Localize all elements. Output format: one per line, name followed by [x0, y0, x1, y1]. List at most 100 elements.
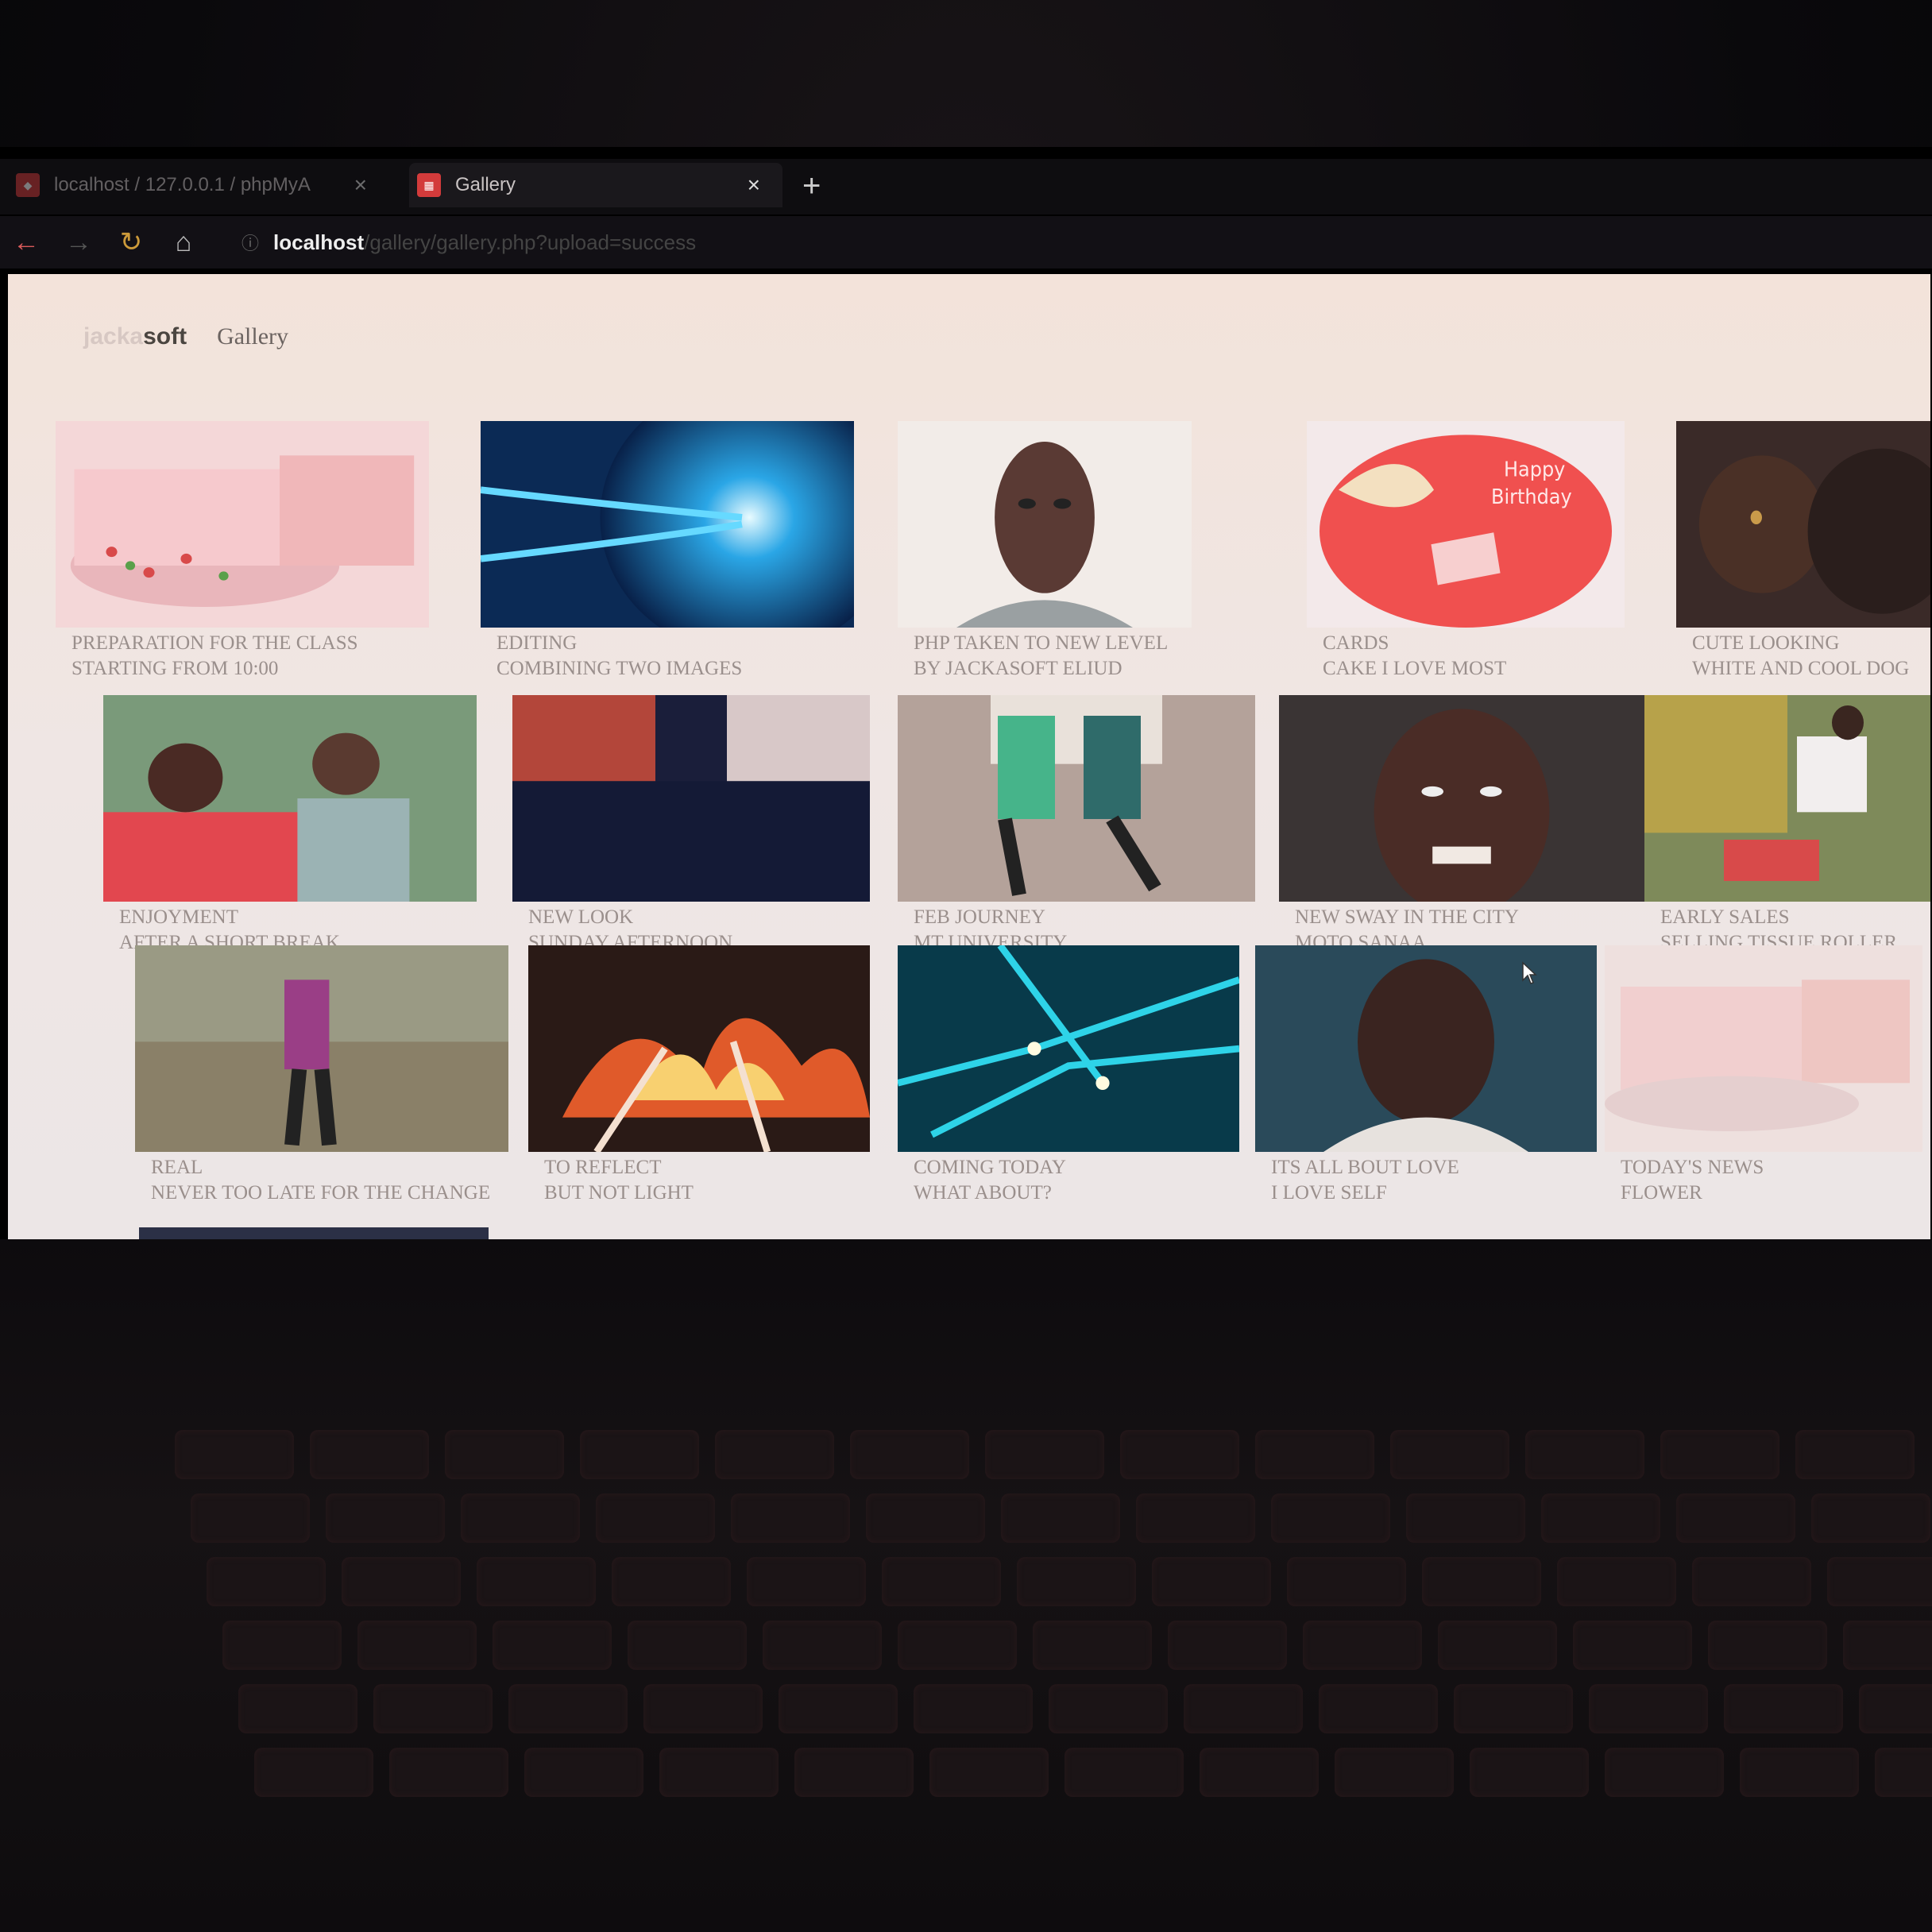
gallery-card[interactable]: TODAY'S NEWS FLOWER: [1605, 945, 1922, 1206]
gallery-thumbnail[interactable]: [135, 945, 508, 1152]
gallery-thumbnail[interactable]: [103, 695, 477, 902]
keyboard-key: [326, 1493, 445, 1543]
keyboard-key: [1255, 1430, 1374, 1479]
keyboard-key: [850, 1430, 969, 1479]
gallery-title: EARLY SALES: [1660, 906, 1790, 928]
site-logo[interactable]: jackasoft: [83, 323, 187, 350]
gallery-card[interactable]: PREPARATION FOR THE CLASS STARTING FROM 1…: [56, 421, 429, 682]
keyboard-key: [207, 1557, 326, 1606]
photo-of-laptop-screen: ◆ localhost / 127.0.0.1 / phpMyA × ▦ Gal…: [0, 0, 1932, 1932]
gallery-card[interactable]: COMING TODAY WHAT ABOUT?: [898, 945, 1239, 1206]
keyboard-key: [898, 1621, 1017, 1670]
keyboard-key: [643, 1684, 763, 1733]
keyboard-key: [747, 1557, 866, 1606]
gallery-title: EDITING: [497, 632, 578, 654]
gallery-thumbnail[interactable]: [528, 945, 870, 1152]
gallery-thumbnail[interactable]: [1605, 945, 1922, 1152]
gallery-thumbnail[interactable]: [512, 695, 870, 902]
keyboard-key: [1017, 1557, 1136, 1606]
gallery-thumbnail[interactable]: Happy Birthday: [1307, 421, 1625, 628]
mouse-cursor-icon: [1522, 961, 1537, 984]
gallery-title: CARDS: [1323, 632, 1389, 654]
back-arrow-icon[interactable]: ←: [0, 227, 52, 258]
keyboard-key: [1438, 1621, 1557, 1670]
tab-phpmyadmin[interactable]: ◆ localhost / 127.0.0.1 / phpMyA ×: [16, 163, 389, 207]
gallery-title: ITS ALL BOUT LOVE: [1271, 1157, 1459, 1178]
gallery-card[interactable]: FEB JOURNEY MT UNIVERSITY: [898, 695, 1255, 956]
tab-gallery[interactable]: ▦ Gallery ×: [409, 163, 782, 207]
keyboard-key: [1676, 1493, 1795, 1543]
gallery-card[interactable]: ITS ALL BOUT LOVE I LOVE SELF: [1255, 945, 1597, 1206]
gallery-description: CAKE I LOVE MOST: [1323, 658, 1507, 679]
gallery-description: BY JACKASOFT ELIUD: [914, 658, 1122, 679]
keyboard-key: [763, 1621, 882, 1670]
keyboard-key: [1184, 1684, 1303, 1733]
gallery-thumbnail[interactable]: [898, 421, 1192, 628]
gallery-card[interactable]: EDITING COMBINING TWO IMAGES: [481, 421, 854, 682]
keyboard-key: [1470, 1748, 1589, 1797]
gallery-title: TO REFLECT: [544, 1157, 662, 1178]
gallery-card[interactable]: EARLY SALES SELLING TISSUE ROLLER: [1644, 695, 1930, 956]
keyboard-key: [191, 1493, 310, 1543]
keyboard-key: [175, 1430, 294, 1479]
gallery-thumbnail[interactable]: [481, 421, 854, 628]
keyboard-key: [1589, 1684, 1708, 1733]
reload-icon[interactable]: ↻: [105, 226, 157, 258]
nav-link-gallery[interactable]: Gallery: [217, 323, 288, 350]
keyboard-key: [222, 1621, 342, 1670]
keyboard-key: [342, 1557, 461, 1606]
gallery-description: NEVER TOO LATE FOR THE CHANGE: [151, 1182, 491, 1204]
keyboard-key: [477, 1557, 596, 1606]
gallery-thumbnail[interactable]: [898, 695, 1255, 902]
keyboard-key: [1390, 1430, 1509, 1479]
keyboard-key: [1319, 1684, 1438, 1733]
keyboard-key: [1200, 1748, 1319, 1797]
gallery-title: FEB JOURNEY: [914, 906, 1045, 928]
gallery-thumbnail[interactable]: [1255, 945, 1597, 1152]
home-icon[interactable]: ⌂: [157, 227, 210, 258]
gallery-card[interactable]: ENJOYMENT AFTER A SHORT BREAK: [103, 695, 477, 956]
tab-label: Gallery: [455, 174, 516, 195]
keyboard-key: [1049, 1684, 1168, 1733]
gallery-card[interactable]: PHP TAKEN TO NEW LEVEL BY JACKASOFT ELIUD: [898, 421, 1192, 682]
gallery-thumbnail[interactable]: [56, 421, 429, 628]
keyboard-key: [1525, 1430, 1644, 1479]
keyboard-key: [580, 1430, 699, 1479]
gallery-thumbnail[interactable]: [1279, 695, 1644, 902]
keyboard-key: [524, 1748, 643, 1797]
gallery-card[interactable]: TO REFLECT BUT NOT LIGHT: [528, 945, 870, 1206]
keyboard-key: [508, 1684, 628, 1733]
url-path: /gallery/gallery.php?upload=success: [364, 230, 697, 254]
address-bar[interactable]: ⓘ localhost/gallery/gallery.php?upload=s…: [242, 223, 1481, 261]
gallery-title: ENJOYMENT: [119, 906, 238, 928]
keyboard-key: [1152, 1557, 1271, 1606]
keyboard-key: [612, 1557, 731, 1606]
gallery-thumbnail[interactable]: [1644, 695, 1930, 902]
keyboard-key: [794, 1748, 914, 1797]
gallery-title: NEW SWAY IN THE CITY: [1295, 906, 1519, 928]
gallery-thumbnail[interactable]: [898, 945, 1239, 1152]
url-host: localhost: [273, 230, 365, 254]
keyboard-key: [1859, 1684, 1932, 1733]
forward-arrow-icon[interactable]: →: [52, 227, 105, 258]
keyboard-key: [1605, 1748, 1724, 1797]
gallery-title: TODAY'S NEWS: [1621, 1157, 1764, 1178]
keyboard-key: [1454, 1684, 1573, 1733]
gallery-card[interactable]: CUTE LOOKING WHITE AND COOL DOG: [1676, 421, 1930, 682]
gallery-thumbnail[interactable]: [1676, 421, 1930, 628]
gallery-card[interactable]: REAL NEVER TOO LATE FOR THE CHANGE: [135, 945, 508, 1206]
close-icon[interactable]: ×: [748, 172, 760, 198]
gallery-title: REAL: [151, 1157, 203, 1178]
gallery-card[interactable]: Happy Birthday CARDS CAKE I LOVE MOST: [1307, 421, 1625, 682]
gallery-card[interactable]: NEW SWAY IN THE CITY MOTO SANAA: [1279, 695, 1644, 956]
gallery-description: FLOWER: [1621, 1182, 1702, 1204]
keyboard-key: [914, 1684, 1033, 1733]
keyboard-key: [389, 1748, 508, 1797]
gallery-card[interactable]: NEW LOOK SUNDAY AFTERNOON: [512, 695, 870, 956]
plus-icon[interactable]: +: [802, 168, 821, 204]
close-icon[interactable]: ×: [354, 172, 367, 198]
info-icon[interactable]: ⓘ: [242, 230, 259, 255]
keyboard-key: [1406, 1493, 1525, 1543]
keyboard-key: [1136, 1493, 1255, 1543]
keyboard-key: [1541, 1493, 1660, 1543]
